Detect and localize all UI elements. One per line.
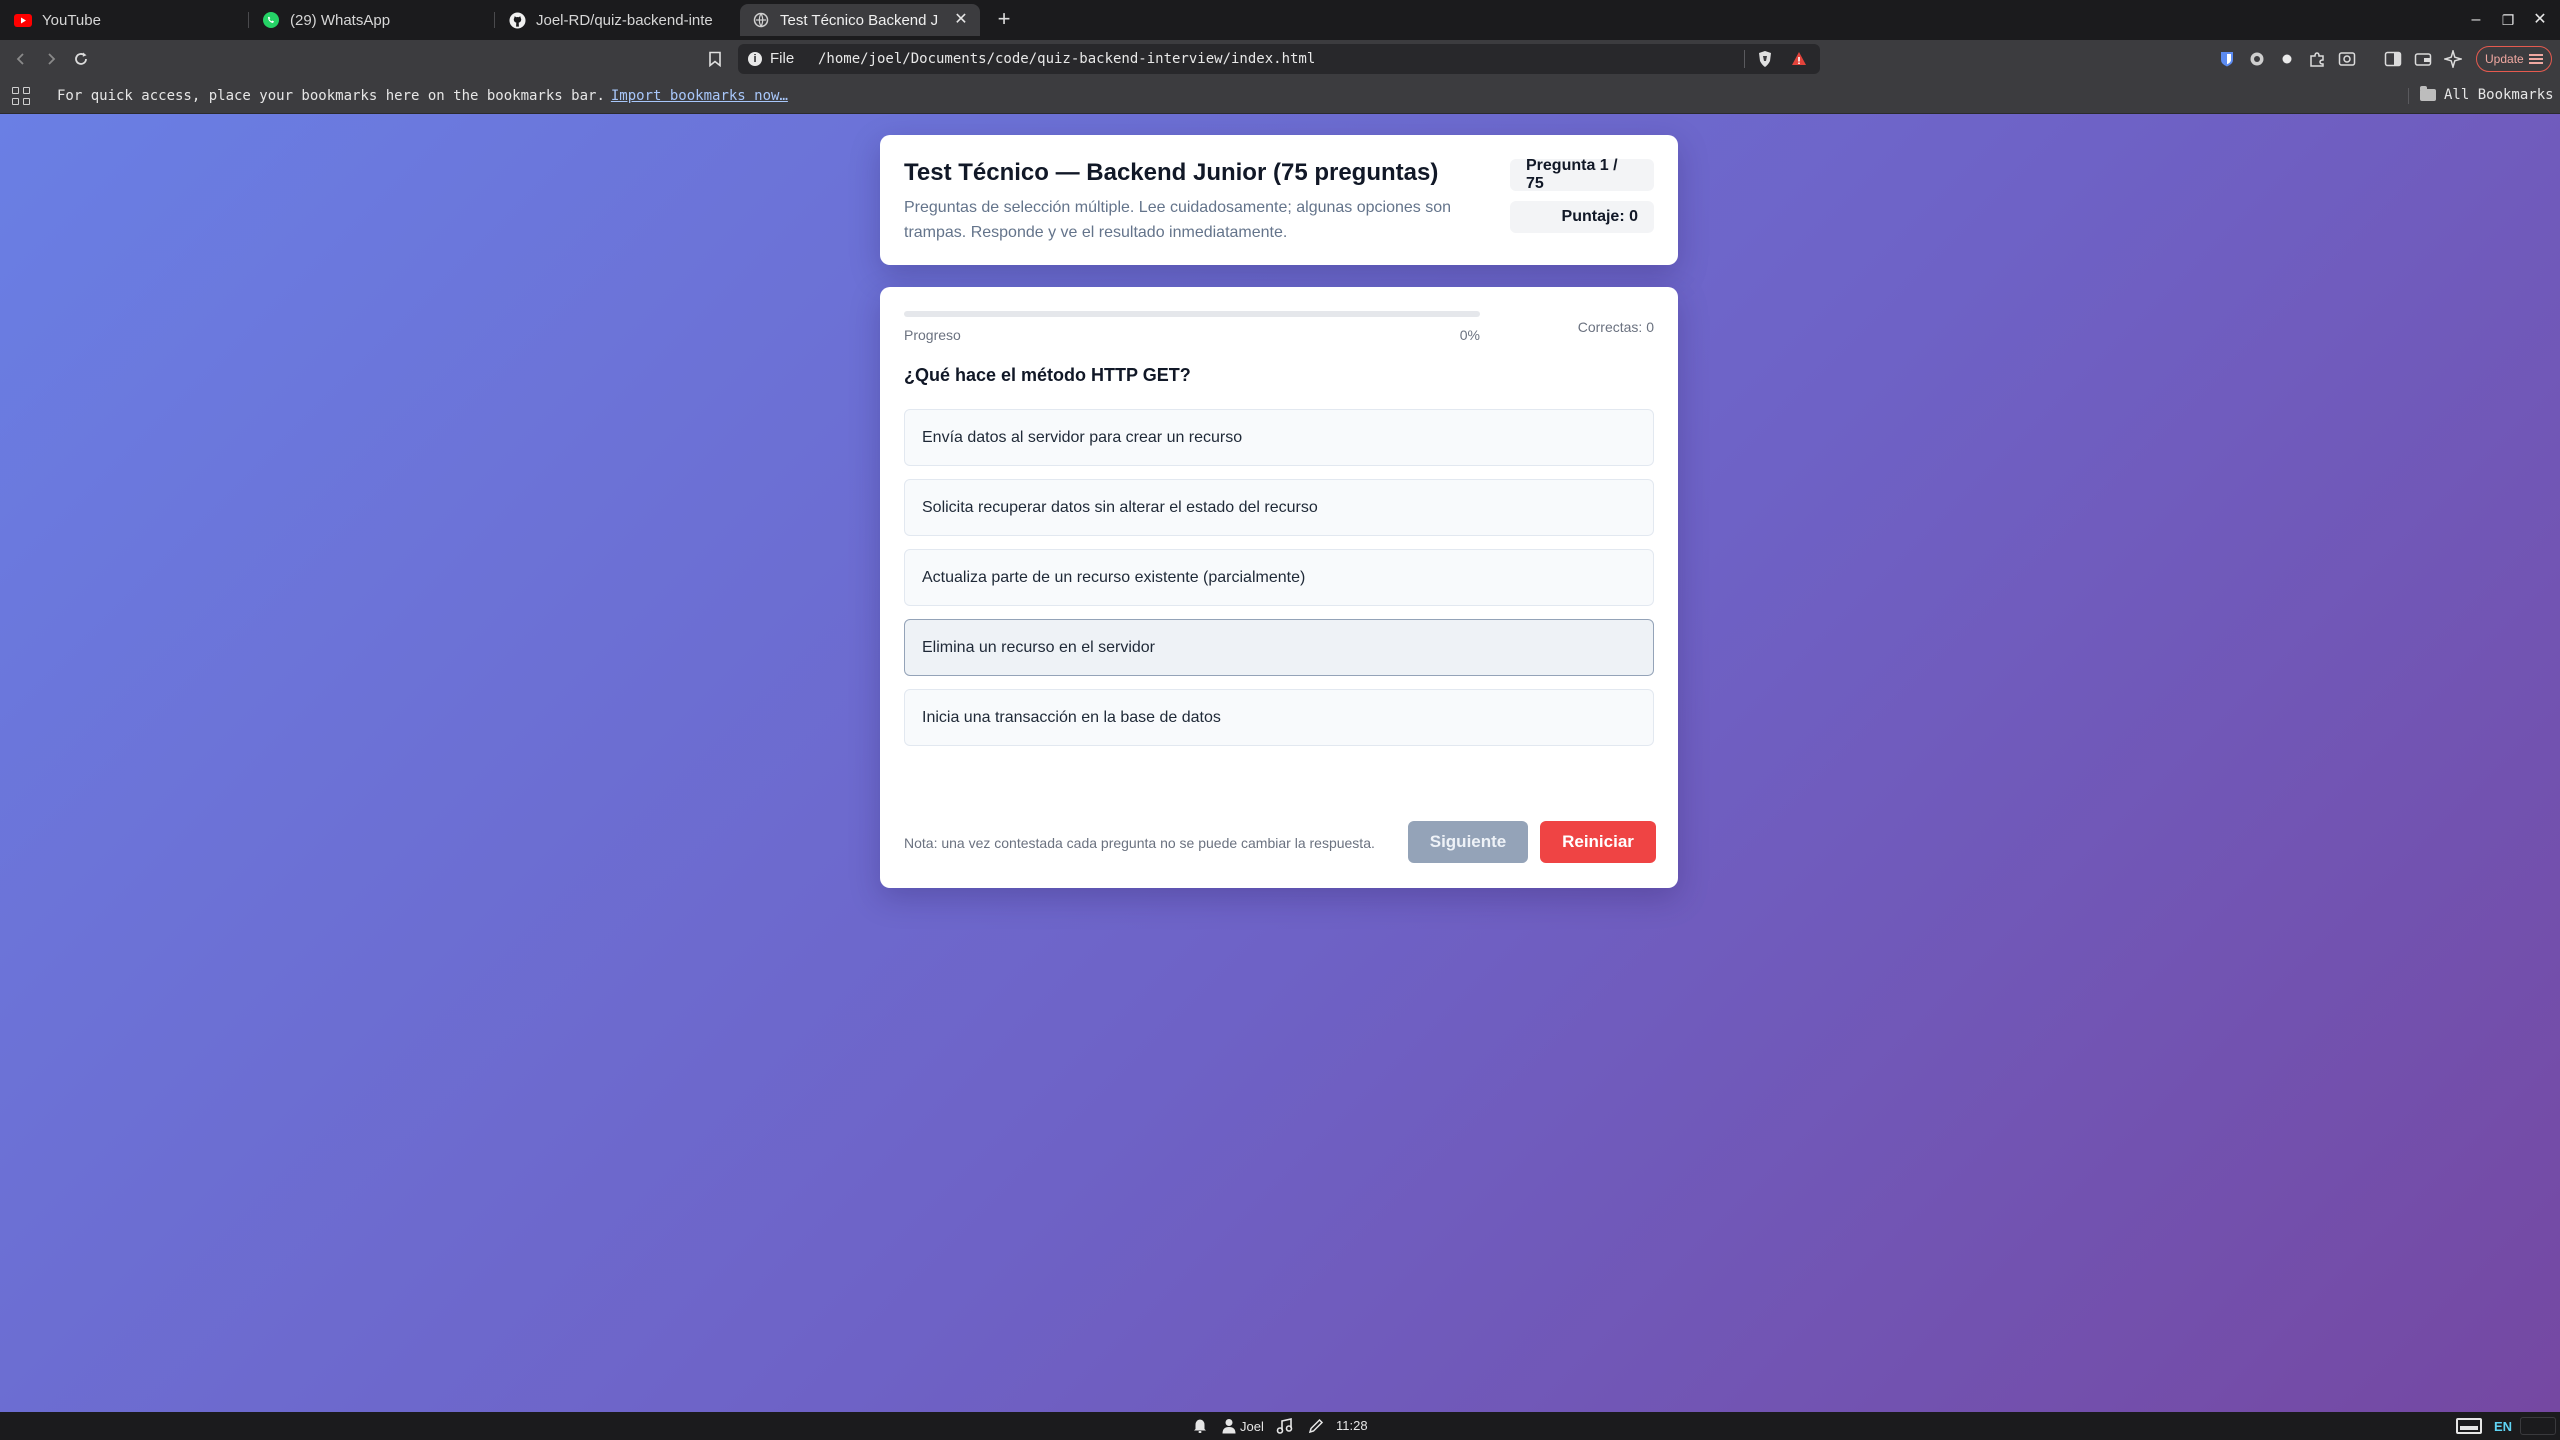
answer-option[interactable]: Envía datos al servidor para crear un re… [904, 409, 1654, 466]
extension-puzzle-icon[interactable] [2248, 50, 2266, 68]
quiz-header-card: Test Técnico — Backend Junior (75 pregun… [880, 135, 1678, 265]
import-bookmarks-link[interactable]: Import bookmarks now… [611, 88, 788, 104]
new-tab-button[interactable]: + [992, 8, 1016, 32]
tab-whatsapp[interactable]: (29) WhatsApp [250, 4, 490, 36]
keyboard-language[interactable]: EN [2494, 1419, 2512, 1434]
bookmarks-bar: For quick access, place your bookmarks h… [0, 78, 2560, 114]
site-info-chip[interactable]: i File [748, 50, 794, 67]
tab-quiz-active[interactable]: Test Técnico Backend J ✕ [740, 4, 980, 36]
record-dot-icon[interactable] [2278, 50, 2296, 68]
url-divider [1744, 50, 1745, 68]
hamburger-menu-icon [2529, 54, 2543, 64]
music-icon[interactable] [1276, 1418, 1294, 1434]
globe-icon [752, 11, 770, 29]
clock-time: 11:28 [1336, 1418, 1368, 1433]
back-arrow-icon[interactable] [8, 46, 34, 72]
page-viewport: Test Técnico — Backend Junior (75 pregun… [0, 114, 2560, 1412]
bitwarden-extension-icon[interactable] [2218, 50, 2236, 68]
bookmark-icon[interactable] [702, 46, 728, 72]
page-title: Test Técnico — Backend Junior (75 pregun… [904, 159, 1439, 186]
update-label: Update [2485, 52, 2524, 66]
url-text[interactable]: /home/joel/Documents/code/quiz-backend-i… [818, 51, 1315, 67]
user-icon [1222, 1419, 1236, 1434]
github-icon [508, 11, 526, 29]
notification-bell-icon[interactable] [1192, 1418, 1208, 1434]
pen-tool-icon[interactable] [1308, 1418, 1324, 1434]
bookmarks-hint: For quick access, place your bookmarks h… [57, 88, 788, 104]
brave-rewards-icon[interactable] [1790, 50, 1808, 68]
answer-option-hovered[interactable]: Elimina un recurso en el servidor [904, 619, 1654, 676]
forward-arrow-icon[interactable] [38, 46, 64, 72]
extensions-icon[interactable] [2308, 50, 2326, 68]
tab-youtube[interactable]: YouTube [2, 4, 242, 36]
question-counter-badge: Pregunta 1 / 75 [1510, 157, 1654, 192]
tab-title: Test Técnico Backend J [780, 11, 939, 29]
sidebar-toggle-icon[interactable] [2384, 50, 2402, 68]
bookmarks-divider [2408, 88, 2409, 104]
quiz-card: Progreso 0% Correctas: 0 ¿Qué hace el mé… [880, 287, 1678, 888]
screenshot-icon[interactable] [2338, 50, 2356, 68]
user-menu[interactable]: Joel [1222, 1418, 1264, 1434]
tray-box[interactable] [2520, 1417, 2556, 1435]
question-text: ¿Qué hace el método HTTP GET? [904, 365, 1191, 385]
leo-ai-icon[interactable] [2444, 50, 2462, 68]
progress-bar [904, 311, 1480, 317]
reset-button[interactable]: Reiniciar [1540, 821, 1656, 863]
tab-title: (29) WhatsApp [290, 11, 391, 29]
answer-option[interactable]: Solicita recuperar datos sin alterar el … [904, 479, 1654, 536]
display-icon[interactable] [2456, 1418, 2482, 1434]
bookmarks-hint-text: For quick access, place your bookmarks h… [57, 88, 605, 104]
scheme-label: File [770, 50, 795, 67]
tab-divider [494, 12, 495, 28]
all-bookmarks-label: All Bookmarks [2444, 87, 2554, 103]
close-tab-icon[interactable]: ✕ [952, 11, 970, 29]
folder-icon [2420, 86, 2436, 101]
restore-icon[interactable]: ❐ [2496, 8, 2520, 32]
apps-grid-icon[interactable] [12, 87, 30, 105]
info-icon: i [748, 51, 762, 66]
whatsapp-icon [262, 11, 280, 29]
minimize-icon[interactable]: – [2464, 8, 2488, 32]
reload-icon[interactable] [68, 46, 94, 72]
progress-label: Progreso [904, 327, 961, 343]
tab-title: YouTube [42, 11, 101, 29]
os-taskbar: Joel 11:28 EN [0, 1412, 2560, 1440]
score-badge: Puntaje: 0 [1510, 201, 1654, 233]
wallet-icon[interactable] [2414, 50, 2432, 68]
user-name: Joel [1240, 1418, 1264, 1434]
youtube-icon [14, 11, 32, 29]
brave-shield-icon[interactable] [1756, 50, 1774, 68]
all-bookmarks-button[interactable]: All Bookmarks [2420, 86, 2554, 103]
note-text: Nota: una vez contestada cada pregunta n… [904, 835, 1375, 851]
update-menu-button[interactable]: Update [2476, 46, 2552, 72]
page-subtitle: Preguntas de selección múltiple. Lee cui… [904, 199, 1452, 241]
correct-count: Correctas: 0 [1577, 319, 1654, 335]
answer-options: Envía datos al servidor para crear un re… [904, 409, 1654, 759]
progress-percent: 0% [1459, 327, 1480, 343]
answer-option[interactable]: Inicia una transacción en la base de dat… [904, 689, 1654, 746]
tab-title: Joel-RD/quiz-backend-inte [536, 11, 713, 29]
tab-strip: YouTube (29) WhatsApp Joel-RD/quiz-backe… [0, 0, 2560, 40]
tab-divider [248, 12, 249, 28]
answer-option[interactable]: Actualiza parte de un recurso existente … [904, 549, 1654, 606]
next-button[interactable]: Siguiente [1408, 821, 1528, 863]
window-close-icon[interactable]: ✕ [2528, 8, 2552, 32]
address-bar[interactable]: i File /home/joel/Documents/code/quiz-ba… [738, 44, 1820, 74]
tab-github[interactable]: Joel-RD/quiz-backend-inte [496, 4, 736, 36]
